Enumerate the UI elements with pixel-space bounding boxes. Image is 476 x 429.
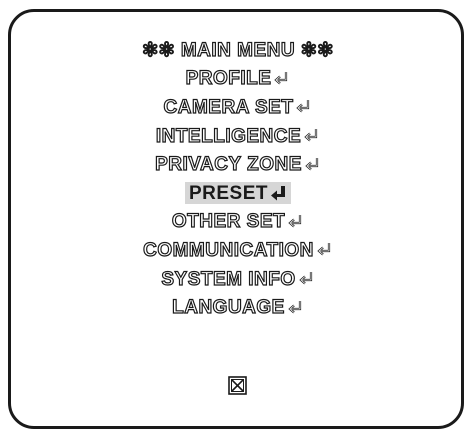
menu-item-other-set[interactable]: OTHER SET — [0, 208, 476, 237]
menu-item-label: INTELLIGENCE — [155, 125, 302, 147]
menu-item-label: COMMUNICATION — [142, 239, 314, 261]
menu-item-intelligence[interactable]: INTELLIGENCE — [0, 122, 476, 151]
menu-item-label: SYSTEM INFO — [161, 268, 296, 290]
main-menu: ✻✻ MAIN MENU ✻✻ PROFILE CAMERA SET INTEL… — [0, 36, 476, 322]
menu-item-language[interactable]: LANGUAGE — [0, 293, 476, 322]
menu-item-system-info[interactable]: SYSTEM INFO — [0, 265, 476, 294]
enter-icon — [288, 214, 302, 228]
menu-item-preset[interactable]: PRESET — [0, 179, 476, 208]
menu-item-label: PROFILE — [185, 68, 272, 90]
menu-item-profile[interactable]: PROFILE — [0, 65, 476, 94]
menu-item-label: LANGUAGE — [172, 297, 285, 319]
enter-icon — [288, 300, 301, 313]
selected-highlight[interactable]: PRESET — [184, 182, 292, 205]
menu-title-row: ✻✻ MAIN MENU ✻✻ — [0, 36, 476, 65]
menu-item-label: CAMERA SET — [163, 96, 294, 118]
enter-icon — [271, 185, 286, 201]
enter-icon — [296, 100, 310, 113]
enter-icon — [298, 272, 312, 285]
close-box-icon[interactable] — [228, 376, 247, 395]
menu-item-camera-set[interactable]: CAMERA SET — [0, 93, 476, 122]
menu-item-label: PRESET — [188, 183, 269, 205]
enter-icon — [274, 71, 288, 85]
enter-icon — [304, 129, 318, 142]
enter-icon — [305, 157, 318, 170]
menu-item-label: OTHER SET — [171, 211, 286, 233]
menu-item-privacy-zone[interactable]: PRIVACY ZONE — [0, 150, 476, 179]
menu-item-label: PRIVACY ZONE — [155, 154, 302, 176]
menu-title: ✻✻ MAIN MENU ✻✻ — [142, 39, 334, 61]
enter-icon — [317, 243, 330, 256]
menu-item-communication[interactable]: COMMUNICATION — [0, 236, 476, 265]
